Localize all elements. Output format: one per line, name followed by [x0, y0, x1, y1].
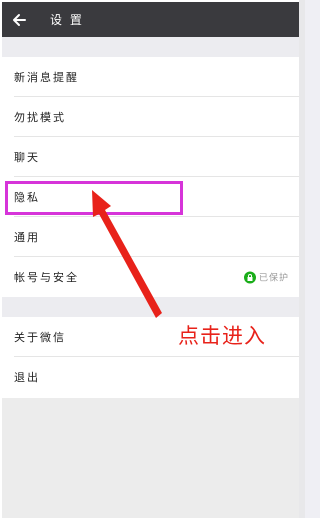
annotation-label: 点击进入 — [178, 324, 266, 348]
arrow-icon — [92, 190, 162, 318]
screen: 设 置 新消息提醒 勿扰模式 聊天 隐私 通用 帐号与安全 已保护 关于微信 退… — [0, 0, 305, 518]
